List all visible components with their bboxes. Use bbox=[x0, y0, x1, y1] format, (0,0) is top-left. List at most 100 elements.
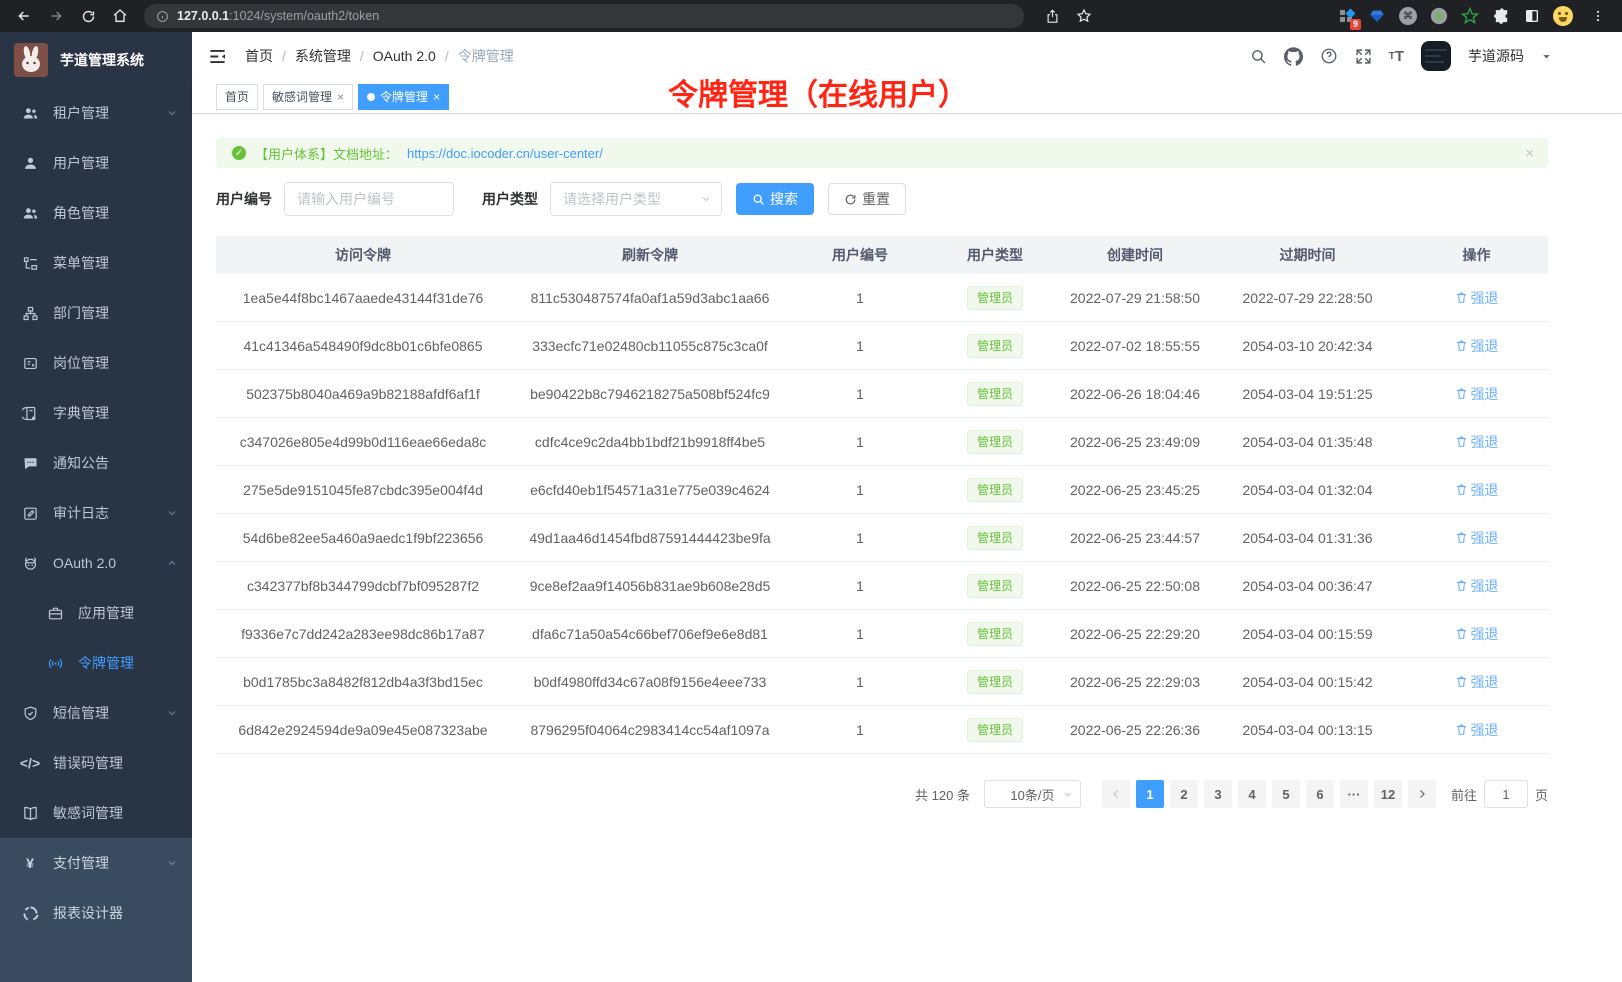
browser-menu-icon[interactable] bbox=[1584, 4, 1612, 28]
page-ellipsis[interactable]: ··· bbox=[1340, 780, 1368, 808]
sidebar-item-post[interactable]: 岗位管理 bbox=[0, 338, 192, 388]
reset-button[interactable]: 重置 bbox=[828, 183, 906, 215]
table-row: 502375b8040a469a9b82188afdf6af1fbe90422b… bbox=[216, 370, 1548, 418]
force-logout-link[interactable]: 强退 bbox=[1455, 672, 1499, 692]
breadcrumb-item[interactable]: 系统管理 bbox=[295, 46, 351, 66]
close-icon[interactable]: × bbox=[337, 90, 344, 104]
dept-icon bbox=[21, 305, 39, 322]
sidebar-item-pay[interactable]: ¥支付管理 bbox=[0, 838, 192, 888]
star-extension-icon[interactable] bbox=[1460, 6, 1480, 26]
next-page-button[interactable] bbox=[1408, 780, 1436, 808]
font-size-icon[interactable]: TT bbox=[1389, 48, 1404, 65]
info-icon bbox=[156, 10, 169, 23]
expires-cell: 2054-03-04 00:13:15 bbox=[1210, 722, 1405, 738]
force-logout-link[interactable]: 强退 bbox=[1455, 624, 1499, 644]
breadcrumb-item[interactable]: 首页 bbox=[245, 46, 273, 66]
sidebar-item-sensitive[interactable]: 敏感词管理 bbox=[0, 788, 192, 838]
bookmark-star-icon[interactable] bbox=[1070, 4, 1098, 28]
created-cell: 2022-06-25 22:29:03 bbox=[1060, 674, 1210, 690]
sidebar-item-sms[interactable]: 短信管理 bbox=[0, 688, 192, 738]
created-cell: 2022-06-25 22:29:20 bbox=[1060, 626, 1210, 642]
force-logout-link[interactable]: 强退 bbox=[1455, 528, 1499, 548]
sidebar-item-user[interactable]: 用户管理 bbox=[0, 138, 192, 188]
page-button-6[interactable]: 6 bbox=[1306, 780, 1334, 808]
share-icon[interactable] bbox=[1038, 4, 1066, 28]
caret-down-icon[interactable] bbox=[1541, 51, 1552, 62]
user-avatar[interactable] bbox=[1421, 41, 1451, 71]
user-id-cell: 1 bbox=[790, 578, 930, 594]
sidebar-item-oauth[interactable]: OAuth 2.0 bbox=[0, 538, 192, 588]
split-screen-extension-icon[interactable] bbox=[1522, 6, 1542, 26]
search-button[interactable]: 搜索 bbox=[736, 183, 814, 215]
dot-extension-icon[interactable] bbox=[1429, 6, 1449, 26]
chevron-down-icon bbox=[166, 857, 178, 869]
app-logo[interactable]: 芋道管理系统 bbox=[0, 32, 192, 88]
forward-icon[interactable] bbox=[42, 4, 70, 28]
trash-icon bbox=[1455, 627, 1468, 640]
force-logout-link[interactable]: 强退 bbox=[1455, 336, 1499, 356]
sidebar-item-app[interactable]: 应用管理 bbox=[0, 588, 192, 638]
sidebar-item-role[interactable]: 角色管理 bbox=[0, 188, 192, 238]
prev-page-button[interactable] bbox=[1102, 780, 1130, 808]
force-logout-link[interactable]: 强退 bbox=[1455, 720, 1499, 740]
sidebar-item-errcode[interactable]: </>错误码管理 bbox=[0, 738, 192, 788]
doc-link[interactable]: https://doc.iocoder.cn/user-center/ bbox=[407, 146, 603, 161]
command-extension-icon[interactable]: ⌘ bbox=[1398, 6, 1418, 26]
action-cell: 强退 bbox=[1405, 672, 1548, 692]
page-button-5[interactable]: 5 bbox=[1272, 780, 1300, 808]
force-logout-label: 强退 bbox=[1471, 528, 1499, 548]
page-size-select[interactable]: 10条/页 bbox=[984, 780, 1081, 808]
force-logout-link[interactable]: 强退 bbox=[1455, 576, 1499, 596]
fullscreen-icon[interactable] bbox=[1355, 48, 1372, 65]
goto-page-input[interactable] bbox=[1484, 780, 1528, 808]
user-type-select[interactable]: 请选择用户类型 bbox=[550, 182, 722, 216]
alert-close-icon[interactable]: × bbox=[1525, 145, 1534, 162]
sidebar-item-audit[interactable]: 审计日志 bbox=[0, 488, 192, 538]
action-cell: 强退 bbox=[1405, 432, 1548, 452]
page-button-12[interactable]: 12 bbox=[1374, 780, 1402, 808]
force-logout-link[interactable]: 强退 bbox=[1455, 432, 1499, 452]
table-row: c342377bf8b344799dcbf7bf095287f29ce8ef2a… bbox=[216, 562, 1548, 610]
extension-grid-icon[interactable]: 9 bbox=[1336, 6, 1356, 26]
force-logout-link[interactable]: 强退 bbox=[1455, 384, 1499, 404]
address-bar[interactable]: 127.0.0.1:1024/system/oauth2/token bbox=[144, 4, 1024, 28]
github-icon[interactable] bbox=[1284, 47, 1303, 66]
puzzle-extension-icon[interactable] bbox=[1491, 6, 1511, 26]
sidebar-item-notice[interactable]: 通知公告 bbox=[0, 438, 192, 488]
user-id-input[interactable] bbox=[284, 182, 454, 216]
user-type-badge: 管理员 bbox=[967, 718, 1023, 742]
force-logout-link[interactable]: 强退 bbox=[1455, 288, 1499, 308]
sidebar-item-dept[interactable]: 部门管理 bbox=[0, 288, 192, 338]
page-button-1[interactable]: 1 bbox=[1136, 780, 1164, 808]
sms-icon bbox=[21, 705, 39, 722]
user-type-cell: 管理员 bbox=[930, 334, 1060, 358]
close-icon[interactable]: × bbox=[433, 90, 440, 104]
sidebar-item-report[interactable]: 报表设计器 bbox=[0, 888, 192, 938]
user-type-cell: 管理员 bbox=[930, 478, 1060, 502]
collapse-sidebar-icon[interactable] bbox=[208, 47, 227, 66]
tab-active[interactable]: 令牌管理× bbox=[358, 84, 449, 110]
success-check-icon: ✓ bbox=[232, 146, 246, 160]
tab-item[interactable]: 敏感词管理× bbox=[263, 84, 353, 110]
sidebar-item-tenant[interactable]: 租户管理 bbox=[0, 88, 192, 138]
back-icon[interactable] bbox=[10, 4, 38, 28]
home-icon[interactable] bbox=[106, 4, 134, 28]
reload-icon[interactable] bbox=[74, 4, 102, 28]
sidebar-item-dict[interactable]: 字典管理 bbox=[0, 388, 192, 438]
profile-emoji-icon[interactable] bbox=[1553, 6, 1573, 26]
sidebar-item-token[interactable]: 令牌管理 bbox=[0, 638, 192, 688]
page-button-3[interactable]: 3 bbox=[1204, 780, 1232, 808]
gem-extension-icon[interactable] bbox=[1367, 6, 1387, 26]
breadcrumb-item[interactable]: OAuth 2.0 bbox=[373, 48, 436, 64]
help-icon[interactable] bbox=[1320, 47, 1338, 65]
sidebar-item-label: 用户管理 bbox=[53, 153, 178, 173]
tab-item[interactable]: 首页 bbox=[216, 84, 258, 110]
force-logout-link[interactable]: 强退 bbox=[1455, 480, 1499, 500]
sidebar-item-menu[interactable]: 菜单管理 bbox=[0, 238, 192, 288]
search-icon[interactable] bbox=[1250, 48, 1267, 65]
refresh-token-cell: e6cfd40eb1f54571a31e775e039c4624 bbox=[510, 482, 790, 498]
page-button-2[interactable]: 2 bbox=[1170, 780, 1198, 808]
total-count: 共 120 条 bbox=[915, 785, 970, 804]
trash-icon bbox=[1455, 531, 1468, 544]
page-button-4[interactable]: 4 bbox=[1238, 780, 1266, 808]
